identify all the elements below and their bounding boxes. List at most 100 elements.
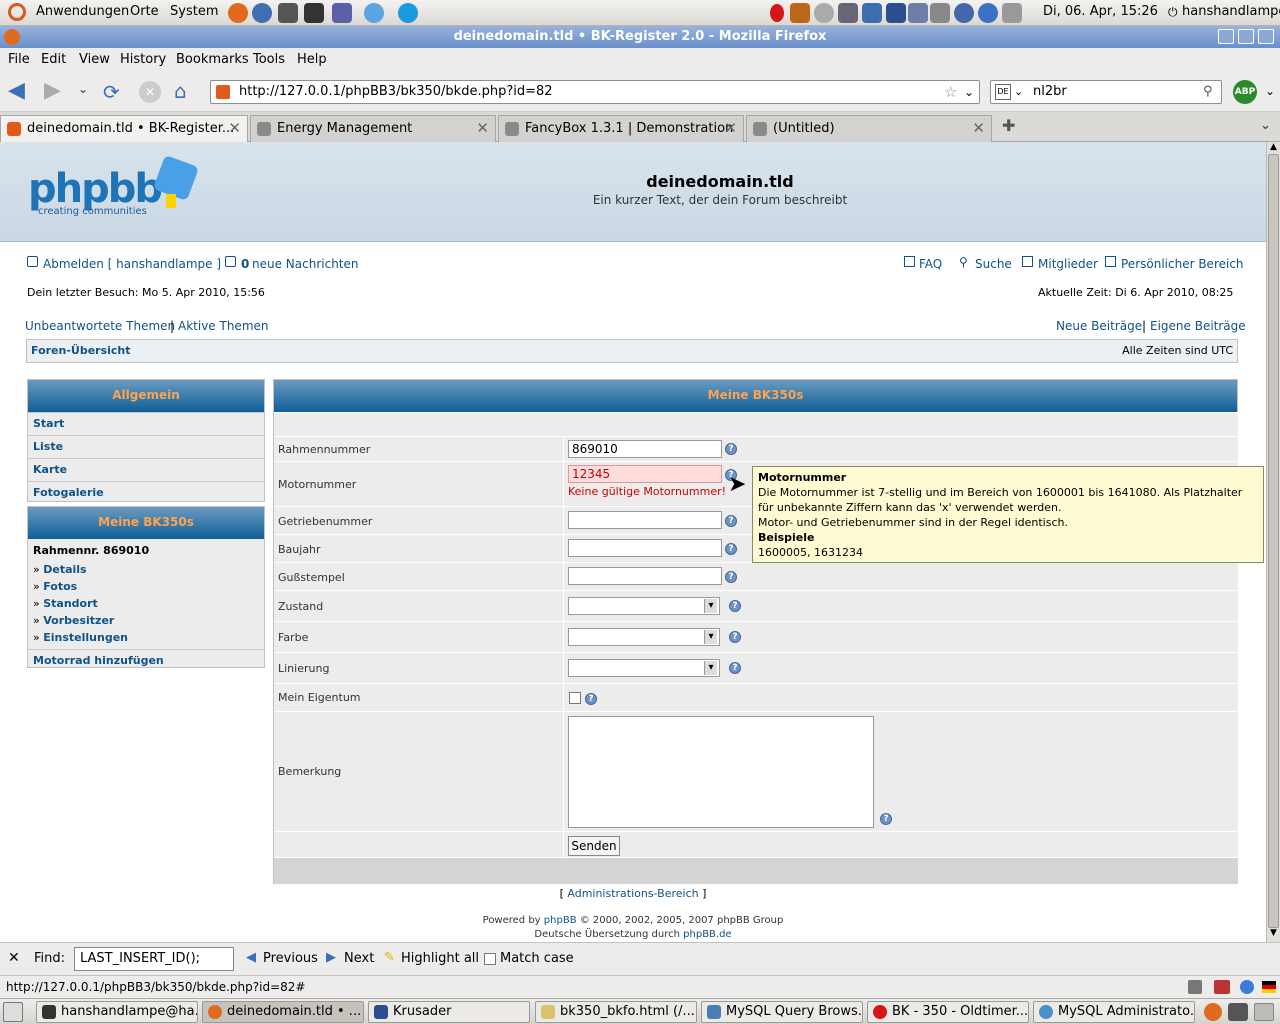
ucp-link[interactable]: Persönlicher Bereich (1121, 257, 1244, 271)
adblock-button[interactable]: ABP (1233, 80, 1257, 104)
tray-firefox-icon[interactable] (1204, 1003, 1222, 1021)
tray-graph-icon[interactable] (886, 3, 906, 23)
history-dropdown-icon[interactable]: ⌄ (78, 82, 88, 96)
engine-dropdown-icon[interactable]: ⌄ (1014, 81, 1023, 103)
tray-settings-icon[interactable] (930, 3, 950, 23)
task-opera[interactable]: BK - 350 - Oldtimer... (867, 1001, 1029, 1023)
maximize-button[interactable] (1238, 29, 1254, 44)
apps-menu[interactable]: Anwendungen (36, 4, 129, 19)
panel-clock[interactable]: Di, 06. Apr, 15:26 (1043, 4, 1158, 19)
help-icon[interactable]: ? (880, 813, 892, 825)
help-icon[interactable]: ? (725, 443, 737, 455)
search-input[interactable]: nl2br (1033, 81, 1067, 103)
forward-icon[interactable]: ▶ (44, 80, 61, 102)
sidebar-item-standort[interactable]: » Standort (33, 595, 264, 612)
sidebar-item-fotogalerie[interactable]: Fotogalerie (28, 481, 264, 504)
reload-icon[interactable]: ⟳ (103, 81, 120, 103)
engine-number-input[interactable]: 12345 (568, 465, 722, 483)
fish-launcher-icon[interactable] (278, 3, 298, 23)
highlight-all-button[interactable]: Highlight all (401, 951, 479, 966)
condition-select[interactable] (568, 597, 720, 615)
menu-tools[interactable]: Tools (253, 52, 285, 67)
system-menu[interactable]: System (170, 4, 218, 19)
help-icon[interactable]: ? (585, 693, 597, 705)
menu-file[interactable]: File (8, 52, 30, 67)
new-posts-link[interactable]: Neue Beiträge (1056, 319, 1142, 333)
faq-link[interactable]: FAQ (919, 257, 942, 271)
tray-disk-icon[interactable] (814, 3, 834, 23)
chat-launcher-icon[interactable] (364, 3, 384, 23)
forum-index-link[interactable]: Foren-Übersicht (31, 340, 131, 362)
back-icon[interactable]: ◀ (8, 80, 25, 102)
scroll-down-icon[interactable]: ▼ (1268, 928, 1279, 941)
thunderbird-launcher-icon[interactable] (252, 3, 272, 23)
sidebar-item-details[interactable]: » Details (33, 561, 264, 578)
match-case-label[interactable]: Match case (500, 951, 574, 966)
help-icon[interactable]: ? (729, 600, 741, 612)
menu-history[interactable]: History (120, 52, 166, 67)
skype-launcher-icon[interactable] (398, 3, 418, 23)
find-previous-button[interactable]: Previous (263, 951, 318, 966)
stop-icon[interactable]: ✕ (139, 81, 161, 103)
match-case-checkbox[interactable] (484, 953, 496, 965)
power-icon[interactable]: ⏻ (1168, 5, 1178, 20)
remark-textarea[interactable] (568, 716, 874, 828)
phpbb-link[interactable]: phpBB (544, 915, 577, 926)
phpbb-logo[interactable]: phpbb creating communities (28, 154, 200, 226)
tab-bk-register[interactable]: deinedomain.tld • BK-Register... ✕ (0, 115, 248, 143)
task-firefox[interactable]: deinedomain.tld • ... (202, 1001, 364, 1023)
unanswered-link[interactable]: Unbeantwortete Themen (25, 319, 175, 333)
pointer-launcher-icon[interactable] (332, 3, 352, 23)
firefox-launcher-icon[interactable] (228, 3, 248, 23)
gearbox-input[interactable] (568, 511, 722, 529)
url-bar[interactable]: http://127.0.0.1/phpBB3/bk350/bkde.php?i… (210, 80, 980, 104)
page-scrollbar[interactable]: ▲ ▼ (1266, 142, 1280, 942)
new-tab-icon[interactable]: ✚ (1002, 116, 1015, 135)
help-icon[interactable]: ? (725, 571, 737, 583)
mail-status-icon[interactable] (1214, 980, 1230, 994)
menu-edit[interactable]: Edit (41, 52, 66, 67)
find-input[interactable]: LAST_INSERT_ID(); (74, 947, 234, 971)
sidebar-item-start[interactable]: Start (28, 412, 264, 435)
admin-link[interactable]: Administrations-Bereich (567, 887, 698, 900)
tools-status-icon[interactable] (1188, 980, 1202, 994)
help-icon[interactable]: ? (725, 543, 737, 555)
previous-icon[interactable]: ◀ (246, 950, 256, 965)
accessibility-icon[interactable] (978, 3, 998, 23)
stamp-input[interactable] (568, 567, 722, 585)
submit-button[interactable]: Senden (568, 836, 620, 856)
opera-tray-icon[interactable] (770, 4, 784, 22)
search-link[interactable]: Suche (975, 257, 1012, 271)
color-select[interactable] (568, 628, 720, 646)
frame-number-input[interactable]: 869010 (568, 440, 722, 458)
home-icon[interactable]: ⌂ (174, 80, 187, 102)
task-editor[interactable]: bk350_bkfo.html (/... (535, 1001, 697, 1023)
tray-monitor-icon[interactable] (838, 3, 858, 23)
ubuntu-logo-icon[interactable] (8, 3, 26, 21)
close-tab-icon[interactable]: ✕ (476, 116, 489, 141)
tray-network-icon[interactable] (908, 3, 928, 23)
task-krusader[interactable]: Krusader (368, 1001, 530, 1023)
sidebar-item-vorbesitzer[interactable]: » Vorbesitzer (33, 612, 264, 629)
tab-list-icon[interactable]: ⌄ (1260, 118, 1271, 133)
close-tab-icon[interactable]: ✕ (724, 116, 737, 141)
help-icon[interactable]: ? (725, 515, 737, 527)
highlight-icon[interactable]: ✎ (384, 950, 395, 965)
volume-icon[interactable] (1002, 3, 1022, 23)
close-tab-icon[interactable]: ✕ (972, 116, 985, 141)
show-desktop-icon[interactable] (3, 1002, 23, 1022)
add-bike-link[interactable]: Motorrad hinzufügen (28, 649, 264, 672)
vorbesitzer-link[interactable]: Vorbesitzer (43, 614, 114, 627)
search-engine-icon[interactable]: DE (995, 84, 1011, 100)
task-mysql-admin[interactable]: MySQL Administrato... (1033, 1001, 1195, 1023)
details-link[interactable]: Details (43, 563, 86, 576)
tray-thunderbird-icon[interactable] (862, 3, 882, 23)
members-link[interactable]: Mitglieder (1038, 257, 1098, 271)
tab-fancybox[interactable]: FancyBox 1.3.1 | Demonstration ✕ (498, 115, 744, 142)
messages-count[interactable]: 0 (241, 257, 249, 271)
close-find-icon[interactable]: ✕ (8, 950, 20, 966)
help-icon[interactable]: ? (729, 631, 741, 643)
task-terminal[interactable]: hanshandlampe@ha... (36, 1001, 198, 1023)
minimize-button[interactable] (1218, 29, 1234, 44)
lining-select[interactable] (568, 659, 720, 677)
